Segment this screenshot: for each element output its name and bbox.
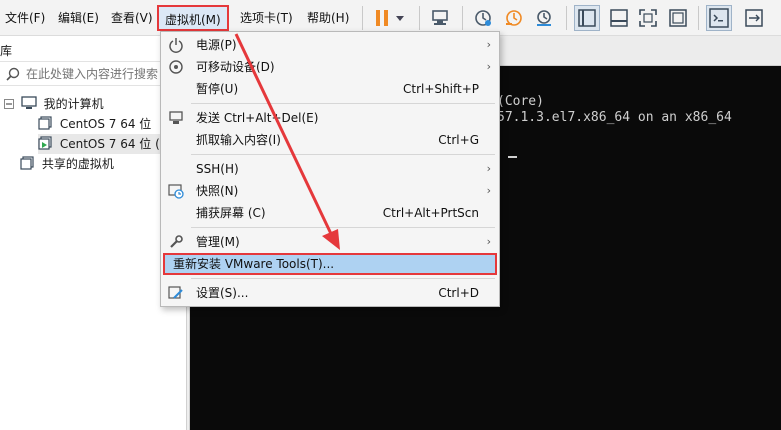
menu-item-settings[interactable]: 设置(S)... Ctrl+D [163,282,497,304]
tree-item-my-computer[interactable]: 我的计算机 [4,94,104,114]
revert-snapshot-icon[interactable] [504,8,524,28]
tree-item-shared-vms[interactable]: 共享的虚拟机 [20,154,114,174]
thumbnail-bar-icon[interactable] [609,8,629,28]
console-line: 57.1.3.el7.x86_64 on an x86_64 [497,110,732,125]
wrench-icon [168,234,184,250]
menu-item-snapshot[interactable]: 快照(N) › [163,180,497,202]
unity-icon[interactable] [668,8,688,28]
toolbar-separator [362,6,363,30]
console-view-icon[interactable] [706,5,732,31]
tree-label: 我的计算机 [43,97,104,111]
tree-label: 共享的虚拟机 [41,157,114,171]
toolbar-separator [698,6,699,30]
tree-label: CentOS 7 64 位 (2 [59,137,168,151]
dropdown-caret-icon[interactable] [394,8,406,28]
menu-view[interactable]: 查看(V) [111,10,153,26]
submenu-arrow-icon: › [486,38,491,51]
vm-menu-dropdown: 电源(P) › 可移动设备(D) › 暂停(U) Ctrl+Shift+P 发送… [160,31,500,307]
toolbar-separator [462,6,463,30]
menu-tabs[interactable]: 选项卡(T) [240,10,293,26]
menu-file[interactable]: 文件(F) [5,10,45,26]
fullscreen-icon[interactable] [638,8,658,28]
menu-vm[interactable]: 虚拟机(M) [157,5,229,31]
menu-help[interactable]: 帮助(H) [307,10,349,26]
menu-item-removable-devices[interactable]: 可移动设备(D) › [163,56,497,78]
console-line: (Core) [497,94,544,109]
shortcut-label: Ctrl+D [438,286,479,300]
submenu-arrow-icon: › [486,184,491,197]
stretch-icon[interactable] [744,8,764,28]
power-icon [168,37,184,53]
console-cursor [508,156,517,158]
shortcut-label: Ctrl+Shift+P [403,82,479,96]
shortcut-label: Ctrl+Alt+PrtScn [382,206,479,220]
menu-separator [191,227,495,228]
snapshot-manager-icon[interactable] [534,8,554,28]
snapshot-icon [168,183,184,199]
toolbar-separator [566,6,567,30]
pause-icon[interactable] [372,8,392,28]
snapshot-icon[interactable] [473,8,493,28]
removable-device-icon [168,59,184,75]
menu-edit[interactable]: 编辑(E) [58,10,99,26]
submenu-arrow-icon: › [486,162,491,175]
keyboard-icon [168,110,184,126]
menu-separator [191,278,495,279]
menu-item-pause[interactable]: 暂停(U) Ctrl+Shift+P [163,78,497,100]
computer-icon [21,96,37,109]
menu-separator [191,103,495,104]
shared-vm-icon [20,156,34,170]
menu-item-send-ctrl-alt-del[interactable]: 发送 Ctrl+Alt+Del(E) [163,107,497,129]
shortcut-label: Ctrl+G [438,133,479,147]
menu-separator [191,154,495,155]
menu-item-manage[interactable]: 管理(M) › [163,231,497,253]
search-icon [6,67,20,84]
menu-item-grab-input[interactable]: 抓取输入内容(I) Ctrl+G [163,129,497,151]
menu-item-capture-screen[interactable]: 捕获屏幕 (C) Ctrl+Alt+PrtScn [163,202,497,224]
vm-icon [38,116,52,130]
library-view-icon[interactable] [574,5,600,31]
toolbar-separator [419,6,420,30]
tree-label: CentOS 7 64 位 [59,117,152,131]
submenu-arrow-icon: › [486,235,491,248]
tree-item-vm[interactable]: CentOS 7 64 位 [38,114,151,134]
collapse-icon[interactable] [4,99,14,109]
send-ctrl-alt-del-icon[interactable] [430,8,450,28]
menu-item-power[interactable]: 电源(P) › [163,34,497,56]
running-vm-icon [38,136,52,150]
settings-icon [168,285,184,301]
library-title: 库 [0,44,13,58]
menu-item-ssh[interactable]: SSH(H) › [163,158,497,180]
menu-item-reinstall-vmware-tools[interactable]: 重新安装 VMware Tools(T)... [163,253,497,275]
submenu-arrow-icon: › [486,60,491,73]
